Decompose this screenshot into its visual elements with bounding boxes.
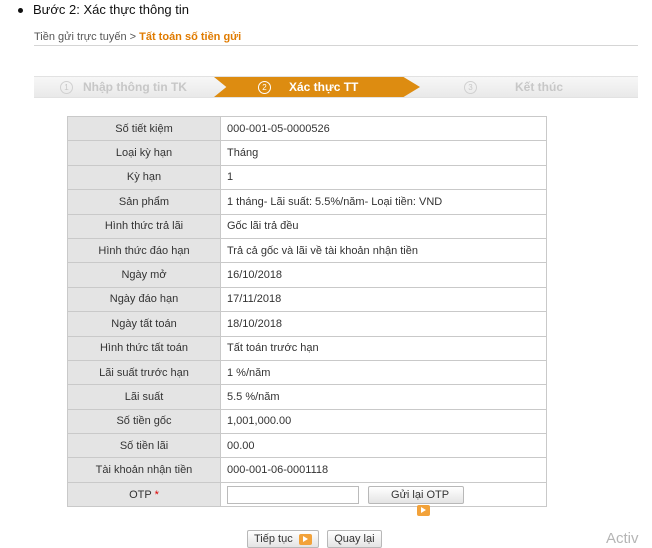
row-value: 5.5 %/năm	[220, 384, 547, 410]
row-value: 16/10/2018	[220, 262, 547, 288]
form-actions: Tiếp tục Quay lại	[247, 530, 386, 548]
step-1-number: 1	[60, 81, 73, 95]
row-value: 000-001-06-0001118	[220, 457, 547, 483]
row-label: Hình thức đáo hạn	[67, 237, 221, 264]
step-3-label: Kết thúc	[515, 80, 563, 94]
row-label: Sản phẩm	[67, 189, 221, 215]
table-row: Ngày mở 16/10/2018	[67, 262, 547, 288]
step-heading-text: Bước 2: Xác thực thông tin	[33, 2, 190, 17]
step-2-active: 2 Xác thực TT	[214, 77, 420, 97]
back-label: Quay lại	[334, 533, 375, 545]
step-3: 3 Kết thúc	[464, 77, 563, 97]
row-value: 00.00	[220, 433, 547, 459]
row-value: 17/11/2018	[220, 286, 547, 313]
table-row: Kỳ hạn 1	[67, 164, 547, 191]
table-row: Lãi suất 5.5 %/năm	[67, 384, 547, 410]
required-mark: *	[154, 488, 159, 501]
step-3-number: 3	[464, 81, 477, 95]
table-row: Hình thức đáo hạn Trả cả gốc và lãi về tà…	[67, 237, 547, 264]
table-row: Hình thức tất toán Tất toán trước hạn	[67, 335, 547, 361]
arrow-right-icon	[416, 505, 430, 517]
table-row: Ngày đáo hạn 17/11/2018	[67, 286, 547, 313]
row-label: Ngày tất toán	[67, 311, 221, 337]
step-heading: Bước 2: Xác thực thông tin	[18, 2, 189, 17]
row-value: 1,001,000.00	[220, 408, 547, 435]
resend-otp-label: Gửi lại OTP	[391, 488, 450, 501]
table-row: Sản phẩm 1 tháng- Lãi suất: 5.5%/năm- Loạ…	[67, 189, 547, 215]
progress-steps: 1 Nhập thông tin TK 2 Xác thực TT 3 Kết thú…	[34, 76, 638, 98]
row-label: Ngày đáo hạn	[67, 286, 221, 313]
table-row: Hình thức trả lãi Gốc lãi trả đều	[67, 213, 547, 239]
breadcrumb-root[interactable]: Tiền gửi trực tuyến	[34, 31, 127, 43]
continue-label: Tiếp tục	[254, 533, 293, 545]
row-value: 1	[220, 164, 547, 191]
table-row: Loại kỳ hạn Tháng	[67, 140, 547, 166]
table-row: Số tiền lãi 00.00	[67, 433, 547, 459]
row-label: Số tiền gốc	[67, 408, 221, 435]
arrow-right-icon	[298, 533, 312, 545]
breadcrumb: Tiền gửi trực tuyến > Tất toán số tiền g…	[34, 31, 241, 43]
activation-watermark: Activ	[606, 530, 639, 547]
row-value: 1 tháng- Lãi suất: 5.5%/năm- Loại tiền: …	[220, 189, 547, 215]
row-value: Tất toán trước hạn	[220, 335, 547, 361]
row-label: Lãi suất trước hạn	[67, 359, 221, 386]
row-value: Gốc lãi trả đều	[220, 213, 547, 239]
row-label: Hình thức trả lãi	[67, 213, 221, 239]
breadcrumb-divider	[34, 45, 638, 46]
row-value: Tháng	[220, 140, 547, 166]
breadcrumb-separator: >	[126, 31, 140, 43]
row-value: Trả cả gốc và lãi về tài khoản nhận tiền	[220, 237, 547, 264]
table-row: Ngày tất toán 18/10/2018	[67, 311, 547, 337]
row-label: Ngày mở	[67, 262, 221, 288]
table-row: Số tiền gốc 1,001,000.00	[67, 408, 547, 435]
row-value: 000-001-05-0000526	[220, 115, 547, 142]
bullet-icon	[18, 8, 23, 14]
table-row: Số tiết kiệm 000-001-05-0000526	[67, 115, 547, 142]
back-button[interactable]: Quay lại	[327, 530, 382, 548]
step-1: 1 Nhập thông tin TK	[60, 77, 187, 97]
step-2-number: 2	[258, 81, 271, 95]
row-label: Số tiết kiệm	[67, 115, 221, 142]
table-row: Lãi suất trước hạn 1 %/năm	[67, 359, 547, 386]
row-label: Kỳ hạn	[67, 164, 221, 191]
breadcrumb-current: Tất toán số tiền gửi	[139, 31, 242, 43]
row-value: 18/10/2018	[220, 311, 547, 337]
row-label: Số tiền lãi	[67, 433, 221, 459]
otp-value-cell: Gửi lại OTP	[220, 481, 547, 517]
table-row: Tài khoản nhận tiền 000-001-06-0001118	[67, 457, 547, 483]
otp-input[interactable]	[227, 485, 359, 504]
resend-otp-button[interactable]: Gửi lại OTP	[368, 485, 465, 517]
step-1-label: Nhập thông tin TK	[83, 80, 187, 94]
otp-label: OTP	[129, 488, 152, 501]
row-value: 1 %/năm	[220, 359, 547, 386]
otp-label-cell: OTP *	[67, 481, 221, 508]
savings-details-table: Số tiết kiệm 000-001-05-0000526 Loại kỳ h…	[67, 115, 547, 517]
continue-button[interactable]: Tiếp tục	[247, 530, 319, 548]
row-label: Tài khoản nhận tiền	[67, 457, 221, 483]
row-label: Hình thức tất toán	[67, 335, 221, 361]
row-label: Loại kỳ hạn	[67, 140, 221, 166]
row-label: Lãi suất	[67, 384, 221, 410]
otp-row: OTP * Gửi lại OTP	[67, 481, 547, 517]
step-2-label: Xác thực TT	[289, 80, 359, 94]
